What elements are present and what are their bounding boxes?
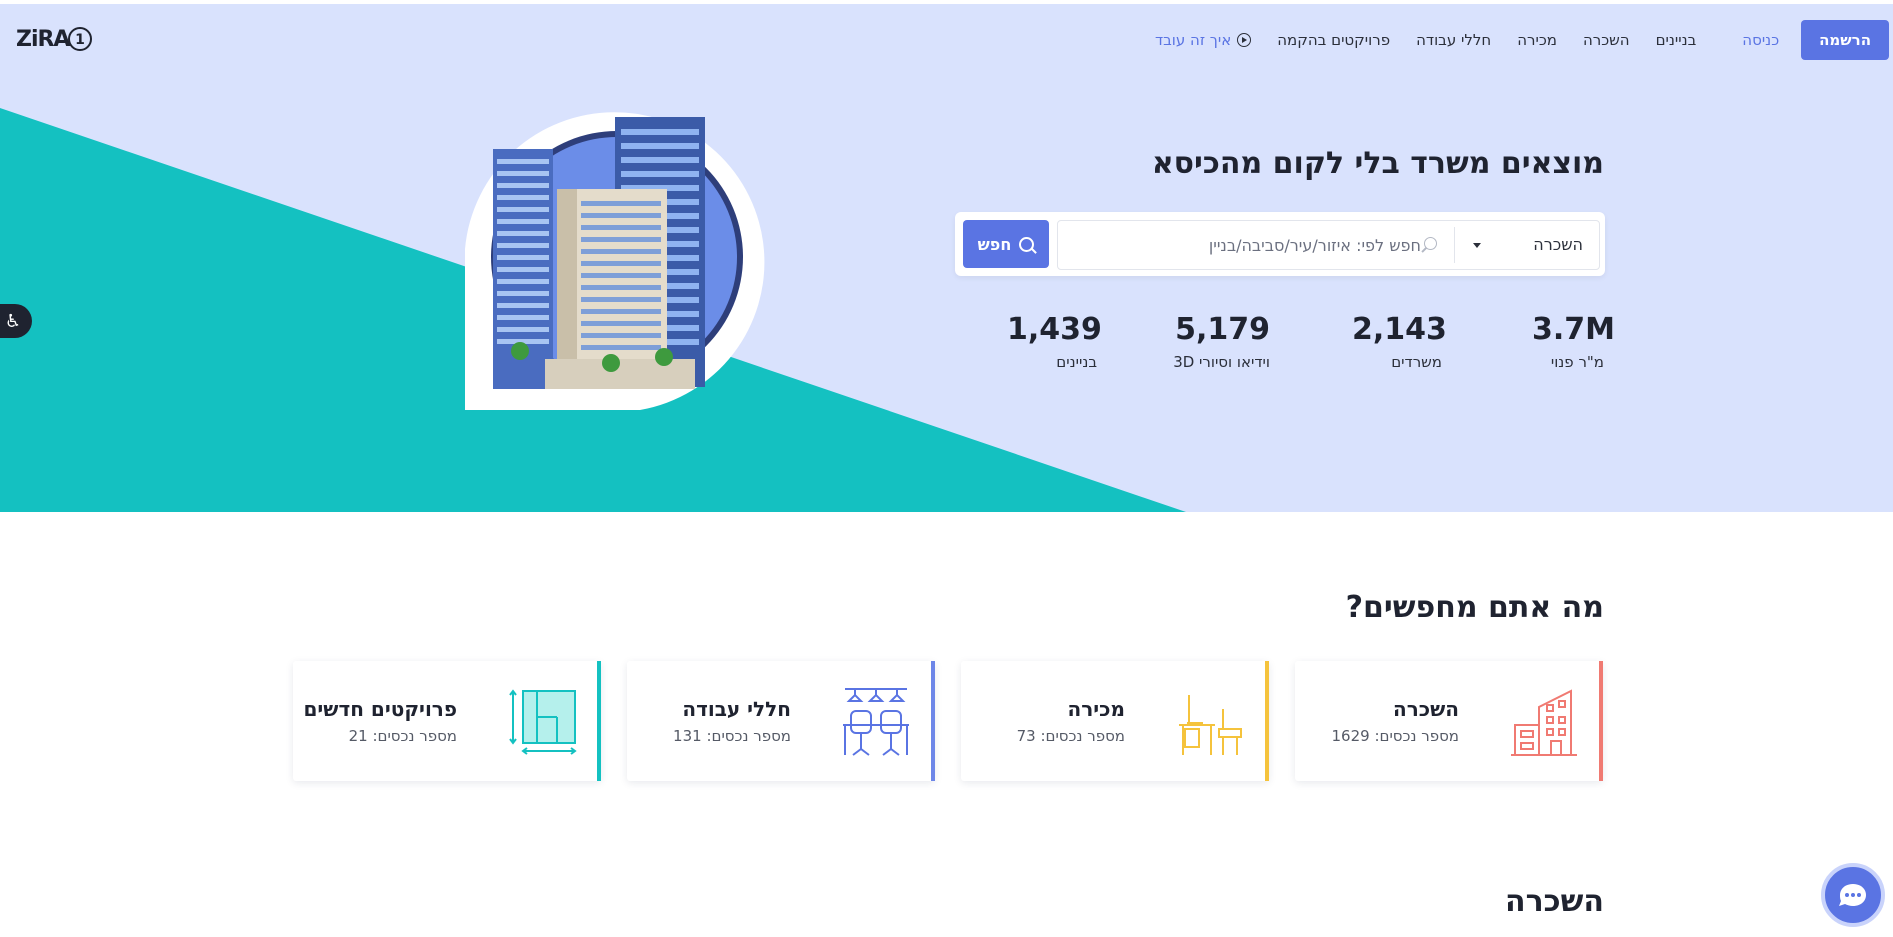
- nav-workspaces[interactable]: חללי עבודה: [1416, 31, 1491, 49]
- coworking-icon: [843, 688, 909, 756]
- login-link[interactable]: כניסה: [1742, 31, 1779, 49]
- card-accent-bar: [597, 661, 601, 781]
- stat-value: 3.7M: [1532, 312, 1615, 347]
- top-border: [0, 0, 1893, 4]
- search-box: השכרה חפש: [955, 212, 1605, 276]
- card-accent-bar: [1265, 661, 1269, 781]
- stat-value: 1,439: [1007, 312, 1102, 347]
- stat-free-area: 3.7M מ"ר פנוי: [1532, 312, 1615, 371]
- nav-projects[interactable]: פרויקטים בהקמה: [1277, 31, 1390, 49]
- office-desk-icon: [1179, 695, 1242, 755]
- nav-rent[interactable]: השכרה: [1583, 31, 1630, 49]
- card-count: מספר נכסים: 73: [1016, 727, 1125, 745]
- hero-title: מוצאים משרד בלי לקום מהכיסא: [1151, 146, 1604, 181]
- stat-value: 2,143: [1352, 312, 1447, 347]
- caret-down-icon[interactable]: [1473, 243, 1481, 248]
- card-title: השכרה: [1392, 697, 1459, 721]
- logo-circle-icon: 1: [68, 27, 93, 51]
- floor-plan-icon: [509, 689, 577, 755]
- how-it-works-label: איך זה עובד: [1154, 31, 1232, 49]
- stat-buildings: 1,439 בניינים: [1007, 312, 1102, 371]
- card-accent-bar: [1599, 661, 1603, 781]
- search-field-group: השכרה: [1057, 220, 1600, 270]
- how-it-works-link[interactable]: איך זה עובד: [1154, 31, 1252, 49]
- chat-bubble-icon: [1839, 884, 1866, 906]
- stat-label: וידיאו וסיורי 3D: [1173, 353, 1270, 371]
- hero-section: ZiRA 1 הרשמה כניסה בניינים השכרה מכירה ח…: [0, 0, 1893, 512]
- card-count: מספר נכסים: 131: [673, 727, 791, 745]
- chat-button[interactable]: [1821, 863, 1885, 927]
- logo-number: 1: [76, 32, 86, 48]
- stat-label: בניינים: [1056, 353, 1097, 371]
- buildings-icon: [1511, 689, 1577, 756]
- buildings-illustration: [465, 112, 765, 410]
- main-nav: הרשמה כניסה בניינים השכרה מכירה חללי עבו…: [1131, 20, 1893, 60]
- rent-section-title: השכרה: [1504, 884, 1604, 919]
- category-card-rent[interactable]: השכרה מספר נכסים: 1629: [1295, 661, 1603, 781]
- logo[interactable]: ZiRA 1: [16, 24, 93, 54]
- card-title: פרויקטים חדשים: [303, 697, 457, 721]
- category-card-sale[interactable]: מכירה מספר נכסים: 73: [961, 661, 1269, 781]
- stat-label: מ"ר פנוי: [1550, 353, 1604, 371]
- nav-sale[interactable]: מכירה: [1517, 31, 1557, 49]
- play-icon: [1237, 33, 1252, 47]
- search-button[interactable]: חפש: [963, 220, 1049, 268]
- category-card-workspaces[interactable]: חללי עבודה מספר נכסים: 131: [627, 661, 935, 781]
- category-card-projects[interactable]: פרויקטים חדשים מספר נכסים: 21: [293, 661, 601, 781]
- stat-offices: 2,143 משרדים: [1352, 312, 1447, 371]
- card-count: מספר נכסים: 1629: [1331, 727, 1459, 745]
- search-input[interactable]: [1094, 227, 1449, 263]
- hero-teal-shape: [0, 108, 1186, 512]
- divider: [1454, 227, 1455, 263]
- stat-value: 5,179: [1175, 312, 1270, 347]
- search-button-label: חפש: [977, 234, 1012, 254]
- deal-type-select[interactable]: השכרה: [1533, 235, 1583, 254]
- search-button-icon: [1019, 236, 1035, 252]
- nav-links: בניינים השכרה מכירה חללי עבודה פרויקטים …: [1131, 31, 1696, 49]
- card-accent-bar: [931, 661, 935, 781]
- register-button[interactable]: הרשמה: [1801, 20, 1889, 60]
- stat-label: משרדים: [1391, 353, 1442, 371]
- stats-row: 3.7M מ"ר פנוי 2,143 משרדים 5,179 וידיאו …: [1007, 312, 1615, 371]
- nav-buildings[interactable]: בניינים: [1656, 31, 1697, 49]
- card-count: מספר נכסים: 21: [348, 727, 457, 745]
- stat-videos: 5,179 וידיאו וסיורי 3D: [1170, 312, 1270, 371]
- categories-title: מה אתם מחפשים?: [1345, 590, 1604, 625]
- logo-text: ZiRA: [16, 26, 70, 52]
- card-title: מכירה: [1067, 697, 1125, 721]
- card-title: חללי עבודה: [682, 697, 791, 721]
